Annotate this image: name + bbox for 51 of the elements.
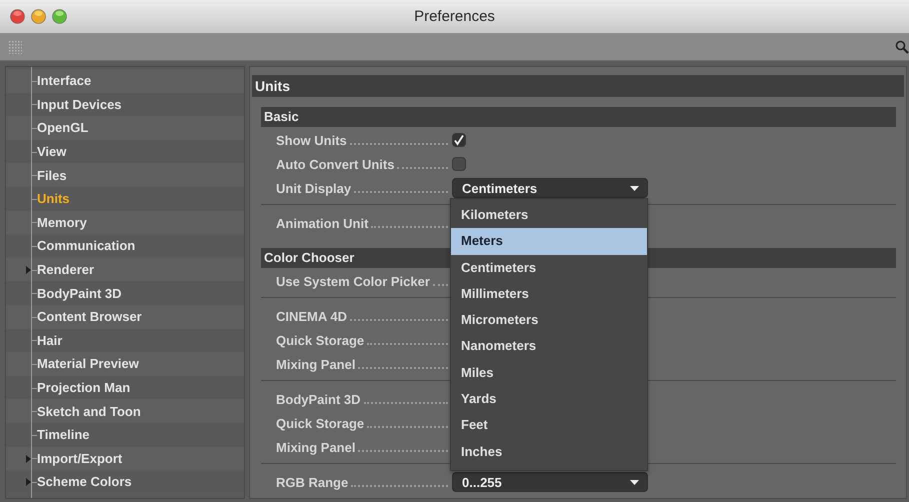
expand-arrow-icon[interactable] xyxy=(26,478,31,486)
setting-label: Use System Color Picker xyxy=(276,274,430,288)
zoom-button[interactable] xyxy=(52,9,67,24)
expand-arrow-icon[interactable] xyxy=(26,266,31,274)
setting-label: Show Units xyxy=(276,132,347,148)
menu-item[interactable]: Micrometers xyxy=(451,307,647,334)
sidebar-item[interactable]: Renderer xyxy=(37,262,94,278)
section-header: Basic xyxy=(261,107,896,127)
sidebar-item[interactable]: BodyPaint 3D xyxy=(37,286,122,301)
sidebar-item[interactable]: Hair xyxy=(37,332,62,348)
grip-icon[interactable] xyxy=(8,40,22,54)
setting-label: Mixing Panel xyxy=(276,440,356,454)
caret-icon xyxy=(630,186,639,191)
sidebar-item[interactable]: Scheme Colors xyxy=(37,474,132,490)
sidebar-item[interactable]: OpenGL xyxy=(37,120,88,136)
sidebar-item[interactable]: Projection Man xyxy=(37,380,130,396)
menu-item[interactable]: Kilometers xyxy=(451,202,647,228)
menu-item[interactable]: Feet xyxy=(451,412,647,439)
sidebar-item[interactable]: Input Devices xyxy=(37,96,122,112)
setting-label: Quick Storage xyxy=(276,332,364,348)
sidebar-item[interactable]: Interface xyxy=(37,73,92,88)
setting-label: Quick Storage xyxy=(276,416,364,430)
panel-title: Units xyxy=(252,75,904,97)
menu-item[interactable]: Inches xyxy=(451,438,647,465)
minimize-button[interactable] xyxy=(31,9,46,24)
menu-item[interactable]: Millimeters xyxy=(451,280,647,308)
sidebar-item[interactable]: Memory xyxy=(37,214,87,230)
setting-label: RGB Range xyxy=(276,474,348,490)
sidebar-item[interactable]: Units xyxy=(37,191,70,206)
sidebar-item[interactable]: Files xyxy=(37,168,67,183)
window-title: Preferences xyxy=(414,8,495,24)
setting-label: Mixing Panel xyxy=(276,356,356,372)
sidebar-item[interactable]: Timeline xyxy=(37,427,90,442)
menu-item[interactable]: Yards xyxy=(451,386,647,412)
setting-label: Auto Convert Units xyxy=(276,156,394,172)
expand-arrow-icon[interactable] xyxy=(26,454,31,462)
setting-label: CINEMA 4D xyxy=(276,308,348,324)
close-button[interactable] xyxy=(10,9,25,24)
setting-label: Unit Display xyxy=(276,180,352,196)
checkbox[interactable] xyxy=(452,133,466,147)
menu-item[interactable]: Nanometers xyxy=(451,333,647,360)
sidebar-item[interactable]: View xyxy=(37,144,66,160)
dropdown[interactable]: 0...255 xyxy=(452,472,648,492)
setting-label: BodyPaint 3D xyxy=(276,392,361,406)
search-icon[interactable] xyxy=(895,40,909,54)
menu-item[interactable]: Meters xyxy=(451,228,647,255)
setting-label: Animation Unit xyxy=(276,216,368,230)
caret-icon xyxy=(630,480,639,485)
menu-item[interactable]: Miles xyxy=(451,360,647,386)
checkbox[interactable] xyxy=(452,157,466,171)
sidebar-item[interactable]: Communication xyxy=(37,238,136,254)
